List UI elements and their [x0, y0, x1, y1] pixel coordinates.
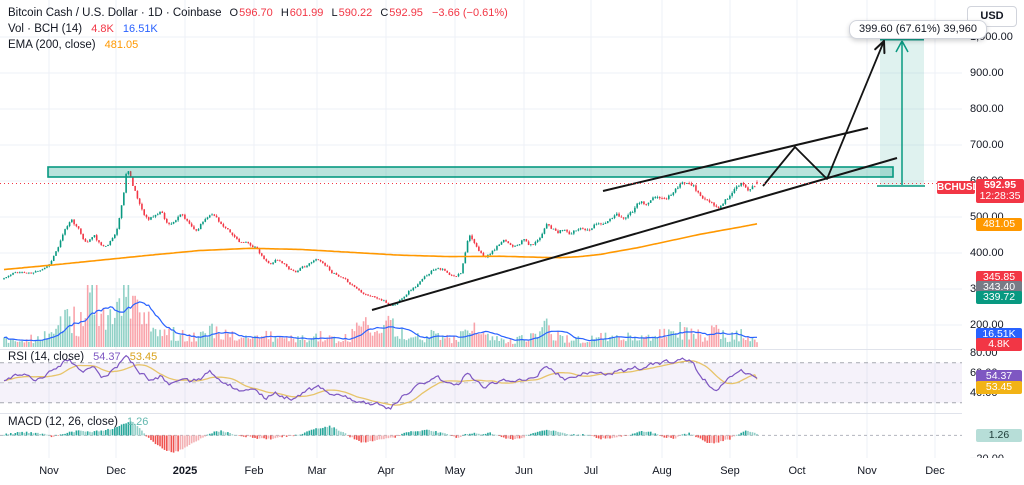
close-label: C: [380, 7, 388, 19]
time-tick-label: Oct: [775, 465, 819, 477]
time-tick-label: Nov: [845, 465, 889, 477]
volume-ma: 16.51K: [123, 23, 158, 35]
open-label: O: [230, 7, 239, 19]
last-price-label[interactable]: 592.95 12:28:35: [976, 179, 1024, 203]
volume-legend-label: Vol · BCH (14): [8, 23, 82, 35]
macd-legend[interactable]: MACD (12, 26, close) 1.26: [8, 416, 148, 428]
pane-separator-rsi[interactable]: [0, 349, 1024, 350]
pane-separator-macd[interactable]: [0, 413, 1024, 414]
rsi-ma-value: 53.45: [130, 351, 158, 363]
measure-callout[interactable]: 399.60 (67.61%) 39,960: [849, 20, 987, 39]
time-tick-label: Feb: [232, 465, 276, 477]
rsi-legend[interactable]: RSI (14, close) 54.37 53.45: [8, 351, 157, 363]
high-value: 601.99: [290, 7, 324, 19]
low-value: 590.22: [339, 7, 373, 19]
bar-countdown: 12:28:35: [976, 191, 1024, 203]
change-value: −3.66 (−0.61%): [432, 7, 508, 19]
symbol-title: Bitcoin Cash / U.S. Dollar · 1D · Coinba…: [8, 7, 221, 19]
ema-value: 481.05: [105, 39, 139, 51]
alert-339-label: 339.72: [976, 291, 1022, 304]
time-tick-label: Jul: [569, 465, 613, 477]
time-tick-label: Dec: [913, 465, 957, 477]
price-axis[interactable]: USD 1,000.00900.00800.00700.00600.00500.…: [962, 0, 1024, 458]
time-tick-label: Jun: [502, 465, 546, 477]
price-tick-label: 900.00: [970, 67, 1004, 79]
ema-legend[interactable]: EMA (200, close) 481.05: [8, 39, 138, 51]
time-axis[interactable]: Nov Dec 2025 Feb Mar Apr May Jun Jul Aug Sep Oct Nov…: [0, 458, 1024, 485]
symbol-legend[interactable]: Bitcoin Cash / U.S. Dollar · 1D · Coinba…: [8, 7, 508, 19]
time-tick-label: Mar: [295, 465, 339, 477]
price-tick-label: 800.00: [970, 103, 1004, 115]
time-tick-label: Nov: [27, 465, 71, 477]
chart-canvas[interactable]: [0, 0, 962, 458]
time-tick-label: May: [433, 465, 477, 477]
macd-legend-label: MACD (12, 26, close): [8, 416, 118, 428]
rsi-legend-label: RSI (14, close): [8, 351, 84, 363]
macd-value-label: 1.26: [976, 429, 1022, 442]
time-tick-label: Apr: [364, 465, 408, 477]
chart-window: Bitcoin Cash / U.S. Dollar · 1D · Coinba…: [0, 0, 1024, 485]
volume-current: 4.8K: [91, 23, 114, 35]
rsi-ma-label: 53.45: [976, 381, 1022, 394]
open-value: 596.70: [239, 7, 273, 19]
time-tick-label: Sep: [708, 465, 752, 477]
low-label: L: [331, 7, 337, 19]
price-tick-label: 700.00: [970, 139, 1004, 151]
ema-value-label: 481.05: [976, 218, 1022, 231]
close-value: 592.95: [389, 7, 423, 19]
volume-value-label: 4.8K: [976, 338, 1022, 351]
volume-legend[interactable]: Vol · BCH (14) 4.8K 16.51K: [8, 23, 158, 35]
macd-value: 1.26: [127, 416, 148, 428]
time-tick-label: Aug: [640, 465, 684, 477]
time-tick-label: 2025: [163, 465, 207, 477]
ema-legend-label: EMA (200, close): [8, 39, 96, 51]
rsi-value: 54.37: [93, 351, 121, 363]
high-label: H: [281, 7, 289, 19]
price-tick-label: 400.00: [970, 247, 1004, 259]
ticker-tag[interactable]: BCHUSD: [937, 181, 975, 194]
time-tick-label: Dec: [94, 465, 138, 477]
